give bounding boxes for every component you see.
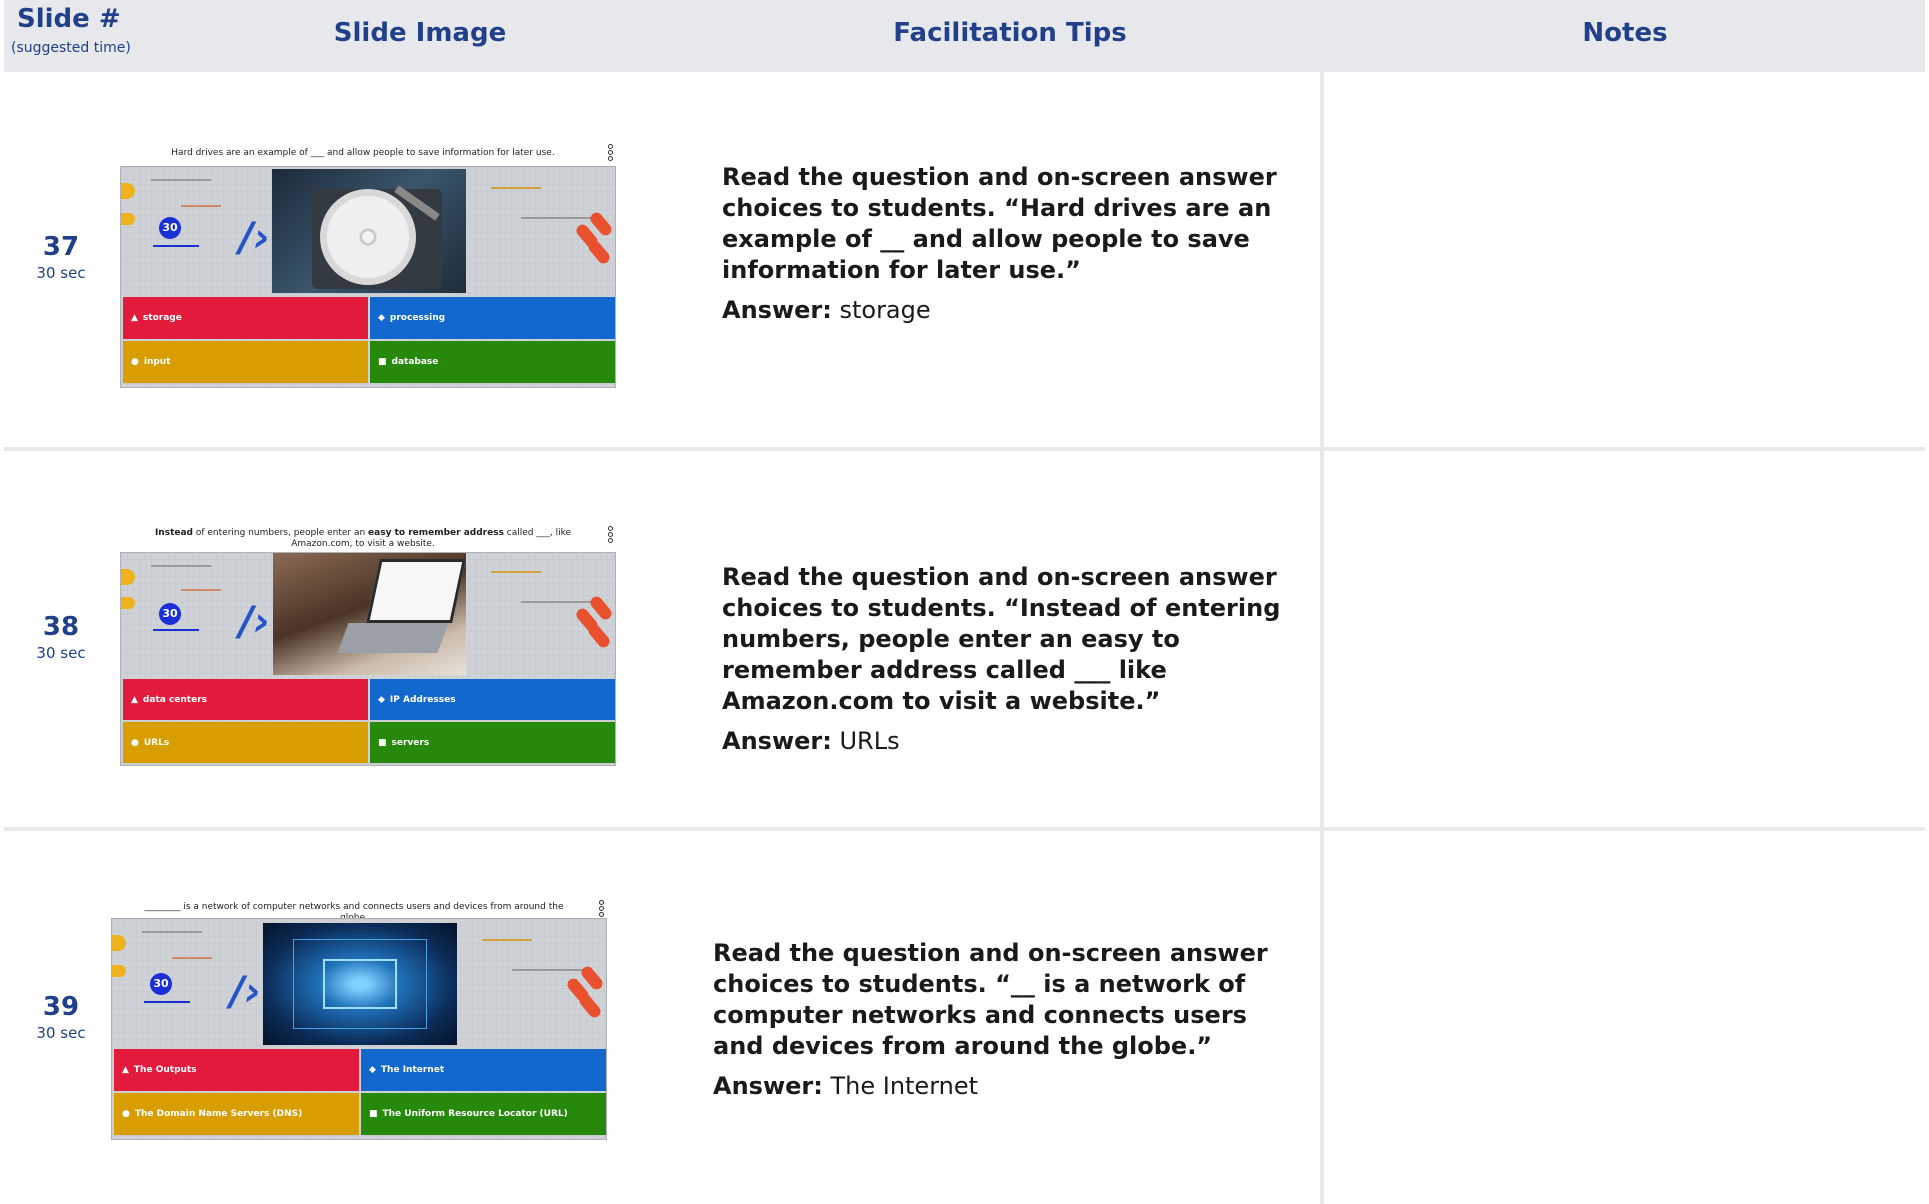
timer-badge: 30 [150, 973, 172, 995]
decoration-shape [121, 569, 135, 585]
answer-option: ● input [123, 341, 368, 383]
tip-question: Read the question and on-screen answer c… [713, 939, 1268, 1060]
timer-badge: 30 [159, 603, 181, 625]
header-slide-image: Slide Image [333, 18, 507, 48]
answer-value: URLs [839, 727, 900, 755]
row-divider [4, 827, 1925, 831]
decoration-shape [112, 935, 126, 951]
decoration-shape [121, 183, 135, 199]
slide-thumbnail: Instead of entering numbers, people ente… [120, 526, 616, 766]
tip-question: Read the question and on-screen answer c… [722, 563, 1281, 715]
answer-option: ■ database [370, 341, 615, 383]
answer-label: Answer: [722, 727, 832, 755]
circle-icon: ● [131, 737, 139, 748]
hard-drive-photo [272, 169, 466, 293]
slide-number: 39 [42, 992, 80, 1022]
logo-slash-icon: /› [239, 599, 271, 645]
circle-icon: ● [131, 357, 139, 367]
tip-question: Read the question and on-screen answer c… [722, 163, 1277, 284]
table-header: Slide # (suggested time) Slide Image Fac… [4, 0, 1925, 72]
answer-option: ● The Domain Name Servers (DNS) [114, 1093, 359, 1135]
logo-slash-icon: /› [230, 969, 262, 1015]
laptop-photo [273, 553, 466, 675]
answer-option: ▲ The Outputs [114, 1049, 359, 1091]
triangle-icon: ▲ [122, 1065, 129, 1075]
slide-number: 37 [42, 232, 80, 262]
slide-stage: 30 /› ▲ The Outputs ◆ The Internet ● The Do… [111, 918, 607, 1140]
answer-option: ■ The Uniform Resource Locator (URL) [361, 1093, 606, 1135]
row-divider [4, 447, 1925, 451]
slide-stage: 30 /› ▲ storage ◆ processing ● input ■ datab… [120, 166, 616, 388]
answer-option: ▲ storage [123, 297, 368, 339]
square-icon: ■ [378, 737, 387, 748]
decoration-shape [586, 238, 612, 266]
slide-question: Instead of entering numbers, people ente… [154, 528, 572, 549]
answer-option: ▲ data centers [123, 679, 368, 720]
kebab-menu-icon [608, 144, 614, 162]
slide-time: 30 sec [36, 264, 86, 282]
circle-icon: ● [122, 1109, 130, 1119]
answer-option: ● URLs [123, 722, 368, 763]
decoration-shape [121, 213, 135, 225]
slide-time: 30 sec [36, 1024, 86, 1042]
triangle-icon: ▲ [131, 313, 138, 323]
column-divider [1320, 72, 1324, 1204]
slide-question: Hard drives are an example of ___ and al… [171, 148, 555, 158]
answer-label: Answer: [722, 296, 832, 324]
kebab-menu-icon [599, 900, 605, 918]
decoration-shape [577, 992, 603, 1020]
slide-number: 38 [42, 612, 80, 642]
data-center-photo [263, 923, 457, 1045]
decoration-shape [121, 597, 135, 609]
slide-thumbnail: Hard drives are an example of ___ and al… [120, 144, 616, 388]
kebab-menu-icon [608, 526, 614, 544]
answer-value: The Internet [830, 1072, 979, 1100]
square-icon: ■ [378, 357, 387, 367]
logo-slash-icon: /› [239, 215, 271, 261]
facilitation-tip: Read the question and on-screen answer c… [722, 162, 1312, 324]
diamond-icon: ◆ [369, 1065, 376, 1075]
decoration-shape [112, 965, 126, 977]
diamond-icon: ◆ [378, 694, 385, 705]
answer-value: storage [839, 296, 931, 324]
facilitation-tip: Read the question and on-screen answer c… [713, 938, 1303, 1100]
header-slide-number: Slide # [17, 4, 121, 34]
slide-number-cell: 37 30 sec [24, 232, 98, 282]
tip-answer: Answer: URLs [722, 727, 1312, 755]
facilitation-tip: Read the question and on-screen answer c… [722, 562, 1312, 755]
slide-number-cell: 39 30 sec [24, 992, 98, 1042]
header-facilitation-tips: Facilitation Tips [893, 18, 1127, 48]
tip-answer: Answer: storage [722, 296, 1312, 324]
answer-option: ◆ processing [370, 297, 615, 339]
square-icon: ■ [369, 1109, 378, 1119]
slide-stage: 30 /› ▲ data centers ◆ IP Addresses ● URLs … [120, 552, 616, 766]
answer-option: ◆ The Internet [361, 1049, 606, 1091]
diamond-icon: ◆ [378, 313, 385, 323]
slide-time: 30 sec [36, 644, 86, 662]
answer-option: ◆ IP Addresses [370, 679, 615, 720]
tip-answer: Answer: The Internet [713, 1072, 1303, 1100]
decoration-shape [586, 622, 612, 650]
triangle-icon: ▲ [131, 694, 138, 705]
slide-thumbnail: ________ is a network of computer networ… [111, 900, 607, 1140]
answer-label: Answer: [713, 1072, 823, 1100]
slide-number-cell: 38 30 sec [24, 612, 98, 662]
header-suggested-time: (suggested time) [11, 40, 131, 56]
answer-option: ■ servers [370, 722, 615, 763]
timer-badge: 30 [159, 217, 181, 239]
header-notes: Notes [1582, 18, 1668, 48]
